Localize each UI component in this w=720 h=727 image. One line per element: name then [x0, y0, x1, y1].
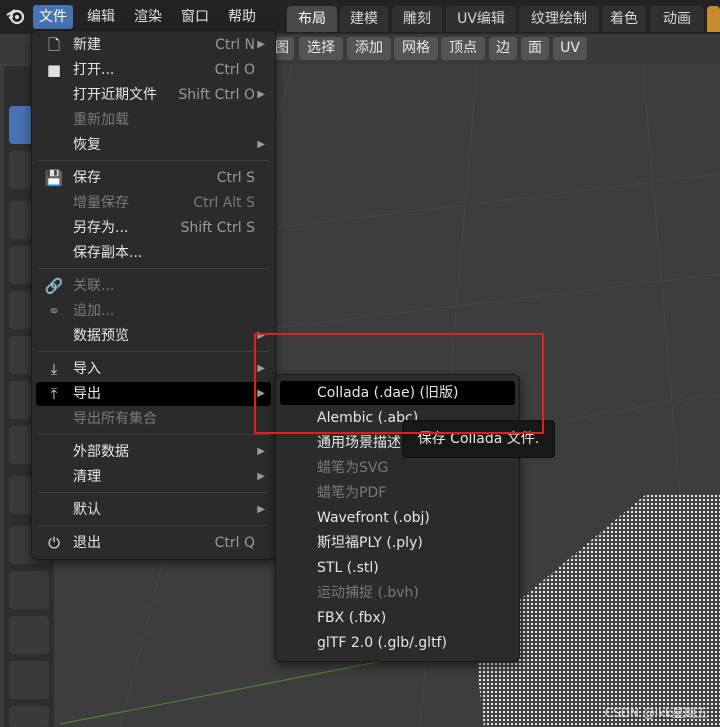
menu-item-link: 🔗 关联...	[44, 277, 115, 295]
export-stanford-ply[interactable]: 斯坦福PLY (.ply)	[280, 531, 515, 555]
menu-separator	[38, 525, 269, 526]
menu-window[interactable]: 窗口	[175, 5, 215, 29]
menu-item-save-as[interactable]: 另存为... Shift Ctrl S	[36, 216, 271, 240]
export-wavefront-obj[interactable]: Wavefront (.obj)	[280, 506, 515, 530]
submenu-arrow-icon: ▶	[257, 139, 265, 150]
menu-item-open[interactable]: ■ 打开... Ctrl O	[36, 58, 271, 82]
menu-separator	[38, 351, 269, 352]
tab-overflow[interactable]	[707, 6, 720, 32]
tab-layout[interactable]: 布局	[287, 6, 337, 32]
append-icon: ⚭	[47, 302, 61, 320]
menu-file[interactable]: 文件	[33, 5, 73, 29]
tab-animation[interactable]: 动画	[650, 6, 704, 32]
export-bvh: 运动捕捉 (.bvh)	[317, 585, 419, 601]
submenu-arrow-icon: ▶	[257, 39, 265, 50]
inset-tool-icon[interactable]	[9, 571, 49, 609]
menu-separator	[38, 160, 269, 161]
tab-modeling[interactable]: 建模	[340, 6, 388, 32]
export-stl[interactable]: STL (.stl)	[280, 556, 515, 580]
export-fbx[interactable]: FBX (.fbx)	[280, 606, 515, 630]
viewport-face-button[interactable]: 面	[521, 37, 549, 60]
menu-item-export[interactable]: ⤒ 导出 ▶	[36, 382, 271, 406]
viewport-vertex-button[interactable]: 顶点	[441, 37, 485, 60]
top-bar: 文件 编辑 渲染 窗口 帮助 布局 建模 雕刻 UV编辑 纹理绘制 着色 动画	[0, 0, 720, 34]
menu-render[interactable]: 渲染	[128, 5, 168, 29]
submenu-arrow-icon: ▶	[257, 504, 265, 515]
new-file-icon: 🗋	[47, 36, 61, 54]
menu-item-save-copy[interactable]: 保存副本...	[36, 241, 271, 265]
tab-uv-editing[interactable]: UV编辑	[446, 6, 516, 32]
menu-item-incremental-save: 增量保存 Ctrl Alt S	[73, 195, 255, 211]
power-icon: ⏻	[48, 534, 60, 552]
viewport-select-button[interactable]: 选择	[299, 37, 343, 60]
menu-item-reload: 重新加载	[73, 112, 129, 128]
import-icon: ⤓	[50, 360, 58, 378]
menu-edit[interactable]: 编辑	[81, 5, 121, 29]
export-gltf[interactable]: glTF 2.0 (.glb/.gltf)	[280, 631, 515, 655]
menu-item-revert[interactable]: 恢复 ▶	[36, 133, 271, 157]
viewport-mesh-button[interactable]: 网格	[394, 37, 438, 60]
export-gpencil-svg: 蜡笔为SVG	[317, 460, 389, 476]
viewport-add-button[interactable]: 添加	[347, 37, 391, 60]
submenu-arrow-icon: ▶	[257, 89, 265, 100]
menu-separator	[38, 492, 269, 493]
export-gpencil-pdf: 蜡笔为PDF	[317, 485, 387, 501]
submenu-arrow-icon: ▶	[257, 446, 265, 457]
menu-item-quit[interactable]: ⏻ 退出 Ctrl Q	[36, 531, 271, 555]
save-icon: 💾	[44, 169, 64, 187]
menu-item-export-all-collections: 导出所有集合	[73, 411, 157, 427]
viewport-uv-button[interactable]: UV	[553, 37, 587, 60]
tab-shading[interactable]: 着色	[602, 6, 646, 32]
annotation-highlight-box	[254, 333, 544, 434]
menu-item-append: ⚭ 追加...	[36, 299, 271, 323]
menu-item-open-recent[interactable]: 打开近期文件 Shift Ctrl O ▶	[36, 83, 271, 107]
menu-help[interactable]: 帮助	[222, 5, 262, 29]
menu-item-import[interactable]: ⤓ 导入 ▶	[36, 357, 271, 381]
link-icon: 🔗	[44, 277, 64, 295]
menu-separator	[38, 434, 269, 435]
menu-item-new[interactable]: 🗋 新建 Ctrl N ▶	[36, 33, 271, 57]
tab-texture-paint[interactable]: 纹理绘制	[519, 6, 599, 32]
menu-separator	[38, 268, 269, 269]
loop-cut-tool-icon[interactable]	[9, 661, 49, 699]
tab-sculpting[interactable]: 雕刻	[392, 6, 442, 32]
folder-icon: ■	[46, 61, 62, 79]
file-menu-dropdown: 🗋 新建 Ctrl N ▶ ■ 打开... Ctrl O 打开近期文件 Shif…	[31, 30, 276, 560]
submenu-arrow-icon: ▶	[257, 471, 265, 482]
watermark: CSDN @lkk星期五	[604, 706, 708, 720]
viewport-edge-button[interactable]: 边	[489, 37, 517, 60]
knife-tool-icon[interactable]	[9, 706, 49, 727]
bevel-tool-icon[interactable]	[9, 616, 49, 654]
menu-item-defaults[interactable]: 默认 ▶	[36, 498, 271, 522]
menu-item-external-data[interactable]: 外部数据 ▶	[36, 440, 271, 464]
menu-item-data-previews[interactable]: 数据预览 ▶	[36, 324, 271, 348]
menu-item-clean-up[interactable]: 清理 ▶	[36, 465, 271, 489]
blender-logo-icon[interactable]	[6, 6, 26, 26]
export-icon: ⤒	[50, 385, 58, 403]
menu-item-save[interactable]: 💾 保存 Ctrl S	[36, 166, 271, 190]
